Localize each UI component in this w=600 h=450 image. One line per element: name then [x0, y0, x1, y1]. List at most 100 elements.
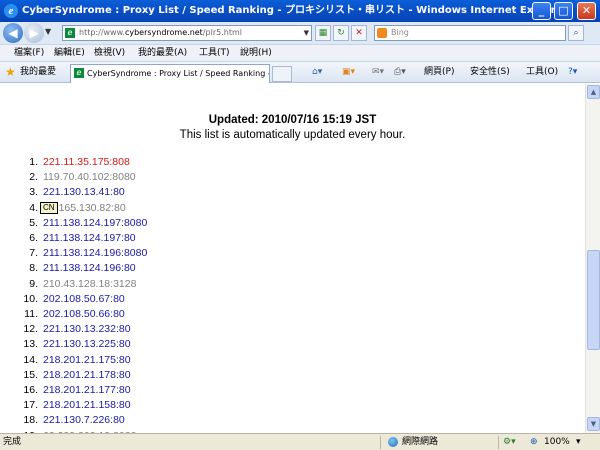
proxy-row: 18. 221.130.7.226:80: [16, 414, 125, 427]
page-menu[interactable]: 網頁(P): [424, 62, 454, 82]
stop-button[interactable]: ✕: [351, 25, 367, 41]
proxy-address-link[interactable]: 221.130.13.41:80: [43, 186, 125, 198]
proxy-rank: 5.: [29, 216, 38, 229]
scroll-up-button[interactable]: ▲: [587, 85, 600, 99]
address-dropdown-icon[interactable]: ▼: [304, 26, 309, 40]
search-button[interactable]: ⌕: [568, 25, 584, 41]
status-text: 完成: [3, 437, 22, 447]
proxy-address-link[interactable]: 211.138.124.197:80: [43, 232, 136, 244]
compatibility-view-icon[interactable]: ▦: [315, 25, 331, 41]
proxy-rank: 10.: [23, 292, 38, 305]
recent-pages-dropdown-icon[interactable]: ▼: [45, 27, 51, 36]
zoom-dropdown-icon[interactable]: ▾: [576, 434, 581, 450]
zoom-level[interactable]: 100%: [544, 434, 570, 450]
proxy-row: 9. 210.43.128.18:3128: [16, 278, 136, 291]
address-field[interactable]: e http://www.cybersyndrome.net/plr5.html…: [62, 25, 312, 41]
proxy-rank: 2.: [29, 171, 38, 184]
proxy-address-link[interactable]: 210.43.128.18:3128: [43, 278, 136, 290]
proxy-rank: 7.: [29, 247, 38, 260]
menu-help[interactable]: 說明(H): [240, 45, 272, 61]
maximize-button[interactable]: □: [554, 2, 573, 20]
zoom-icon[interactable]: ⊕: [530, 434, 538, 450]
favorites-button[interactable]: 我的最愛: [20, 62, 56, 82]
proxy-rank: 8.: [29, 262, 38, 275]
proxy-address-link[interactable]: 211.138.124.196:8080: [43, 247, 147, 259]
proxy-row: 15. 218.201.21.178:80: [16, 368, 131, 382]
proxy-row: 3. 221.130.13.41:80: [16, 186, 125, 199]
home-icon[interactable]: ⌂▾: [312, 62, 322, 82]
print-icon[interactable]: ⎙▾: [394, 62, 406, 82]
proxy-row: 7. 211.138.124.196:8080: [16, 247, 147, 260]
scroll-thumb[interactable]: [587, 250, 600, 350]
proxy-address-link[interactable]: 218.201.21.177:80: [43, 384, 131, 396]
menu-view[interactable]: 檢視(V): [94, 45, 125, 61]
minimize-button[interactable]: _: [532, 2, 551, 20]
proxy-row: 5. 211.138.124.197:8080: [16, 217, 147, 230]
proxy-address-link[interactable]: 218.201.21.175:80: [43, 354, 131, 366]
menu-tools[interactable]: 工具(T): [199, 45, 230, 61]
scroll-down-button[interactable]: ▼: [587, 417, 600, 431]
safety-menu[interactable]: 安全性(S): [470, 62, 510, 82]
status-divider: [498, 436, 499, 449]
close-window-button[interactable]: ✕: [577, 2, 596, 20]
back-button[interactable]: ◀: [3, 23, 23, 43]
search-input[interactable]: Bing: [374, 25, 566, 41]
update-note: This list is automatically updated every…: [179, 129, 406, 141]
window-title: CyberSyndrome : Proxy List / Speed Ranki…: [22, 5, 568, 16]
proxy-row: 4. CN 165.130.82:80: [16, 201, 126, 215]
mail-icon[interactable]: ✉▾: [372, 62, 384, 82]
status-bar: 完成 網際網路 ⚙▾ ⊕ 100% ▾: [0, 433, 600, 450]
favorites-star-icon[interactable]: ★: [5, 66, 16, 78]
proxy-row: 8. 211.138.124.196:80: [16, 262, 136, 275]
bing-logo-icon: [377, 28, 387, 38]
proxy-row: 14. 218.201.21.175:80: [16, 354, 131, 367]
proxy-address-link[interactable]: 221.130.13.232:80: [43, 323, 131, 335]
proxy-rank: 12.: [23, 323, 38, 336]
proxy-address-link[interactable]: 119.70.40.102:8080: [43, 171, 136, 183]
proxy-address-link[interactable]: 202.108.50.67:80: [43, 293, 125, 305]
proxy-rank: 16.: [23, 384, 38, 396]
tools-menu[interactable]: 工具(O): [526, 62, 558, 82]
proxy-row: 17. 218.201.21.158:80: [16, 399, 131, 412]
search-placeholder: Bing: [391, 28, 409, 37]
proxy-address-link[interactable]: 165.130.82:80: [59, 202, 126, 214]
menu-edit[interactable]: 編輯(E): [54, 45, 85, 61]
feeds-icon[interactable]: ▣▾: [342, 62, 355, 82]
proxy-row: 2. 119.70.40.102:8080: [16, 171, 136, 184]
proxy-address-link[interactable]: 211.138.124.197:8080: [43, 217, 147, 229]
protected-mode-icon[interactable]: ⚙▾: [503, 434, 516, 450]
proxy-address-link[interactable]: 218.201.21.178:80: [43, 369, 131, 381]
proxy-rank: 17.: [23, 399, 38, 412]
proxy-rank: 11.: [24, 308, 38, 320]
page-icon: e: [65, 28, 75, 38]
proxy-address-link[interactable]: 202.108.50.66:80: [43, 308, 125, 320]
proxy-rank: 3.: [29, 186, 38, 199]
refresh-button[interactable]: ↻: [333, 25, 349, 41]
ie-logo-icon: e: [4, 4, 18, 18]
tab-proxy-list[interactable]: e CyberSyndrome : Proxy List / Speed Ran…: [70, 64, 270, 83]
proxy-rank: 9.: [29, 277, 38, 290]
proxy-address-link[interactable]: 218.201.21.158:80: [43, 399, 131, 411]
updated-timestamp: Updated: 2010/07/16 15:19 JST: [208, 114, 377, 126]
menu-favorites[interactable]: 我的最愛(A): [138, 45, 187, 61]
security-zone: 網際網路: [402, 437, 439, 447]
proxy-rank: 6.: [29, 232, 38, 244]
proxy-address-link[interactable]: 211.138.124.196:80: [43, 262, 136, 274]
proxy-address-link[interactable]: 221.130.13.225:80: [43, 338, 131, 350]
proxy-address-link[interactable]: 221.11.35.175:808: [43, 156, 130, 168]
forward-button[interactable]: ▶: [24, 23, 44, 43]
proxy-row: 16. 218.201.21.177:80: [16, 384, 131, 397]
menu-bar: 檔案(F) 編輯(E) 檢視(V) 我的最愛(A) 工具(T) 說明(H): [0, 44, 600, 61]
status-divider: [380, 436, 381, 449]
proxy-rank: 15.: [23, 368, 38, 381]
proxy-address-link[interactable]: 221.130.7.226:80: [43, 414, 125, 426]
country-tooltip: CN: [40, 201, 58, 214]
proxy-row: 12. 221.130.13.232:80: [16, 323, 131, 336]
window-title-bar: e CyberSyndrome : Proxy List / Speed Ran…: [0, 0, 600, 22]
proxy-row: 11. 202.108.50.66:80: [16, 308, 125, 321]
new-tab-button[interactable]: [272, 66, 292, 82]
menu-file[interactable]: 檔案(F): [14, 45, 44, 61]
vertical-scrollbar[interactable]: ▲ ▼: [585, 84, 600, 433]
proxy-rank: 1.: [29, 156, 38, 168]
help-icon[interactable]: ?▾: [568, 62, 577, 82]
